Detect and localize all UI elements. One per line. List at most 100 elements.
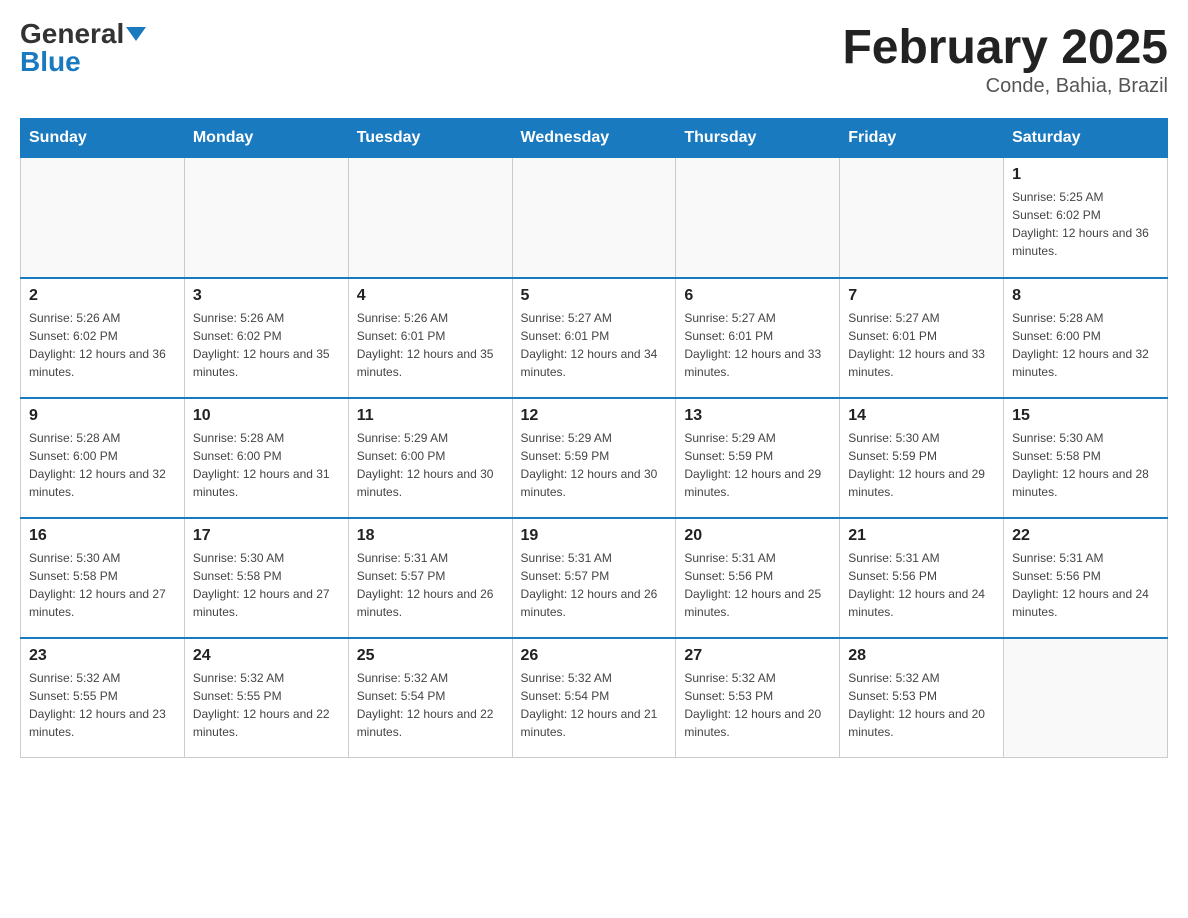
day-info: Sunrise: 5:31 AM Sunset: 5:56 PM Dayligh… (1012, 549, 1159, 621)
calendar-cell: 24 Sunrise: 5:32 AM Sunset: 5:55 PM Dayli… (184, 638, 348, 758)
day-number: 24 (193, 647, 340, 665)
day-header-saturday: Saturday (1004, 119, 1168, 158)
day-number: 8 (1012, 287, 1159, 305)
day-info: Sunrise: 5:26 AM Sunset: 6:02 PM Dayligh… (193, 309, 340, 381)
day-number: 18 (357, 527, 504, 545)
day-info: Sunrise: 5:28 AM Sunset: 6:00 PM Dayligh… (1012, 309, 1159, 381)
day-number: 9 (29, 407, 176, 425)
calendar-cell: 12 Sunrise: 5:29 AM Sunset: 5:59 PM Dayli… (512, 398, 676, 518)
calendar-cell (21, 158, 185, 278)
logo-triangle-icon (126, 27, 146, 41)
day-header-wednesday: Wednesday (512, 119, 676, 158)
day-number: 11 (357, 407, 504, 425)
day-info: Sunrise: 5:30 AM Sunset: 5:58 PM Dayligh… (29, 549, 176, 621)
week-row-1: 1Sunrise: 5:25 AM Sunset: 6:02 PM Daylig… (21, 158, 1168, 278)
day-info: Sunrise: 5:26 AM Sunset: 6:01 PM Dayligh… (357, 309, 504, 381)
calendar-cell (676, 158, 840, 278)
calendar-cell: 23 Sunrise: 5:32 AM Sunset: 5:55 PM Dayli… (21, 638, 185, 758)
calendar-table: SundayMondayTuesdayWednesdayThursdayFrid… (20, 118, 1168, 758)
calendar-cell (1004, 638, 1168, 758)
calendar-cell: 14Sunrise: 5:30 AM Sunset: 5:59 PM Dayli… (840, 398, 1004, 518)
calendar-cell (184, 158, 348, 278)
calendar-cell: 18 Sunrise: 5:31 AM Sunset: 5:57 PM Dayli… (348, 518, 512, 638)
calendar-cell: 20Sunrise: 5:31 AM Sunset: 5:56 PM Dayli… (676, 518, 840, 638)
day-info: Sunrise: 5:26 AM Sunset: 6:02 PM Dayligh… (29, 309, 176, 381)
day-info: Sunrise: 5:28 AM Sunset: 6:00 PM Dayligh… (193, 429, 340, 501)
calendar-cell: 4 Sunrise: 5:26 AM Sunset: 6:01 PM Daylig… (348, 278, 512, 398)
calendar-cell: 26 Sunrise: 5:32 AM Sunset: 5:54 PM Dayli… (512, 638, 676, 758)
calendar-cell: 13 Sunrise: 5:29 AM Sunset: 5:59 PM Dayli… (676, 398, 840, 518)
day-number: 2 (29, 287, 176, 305)
calendar-cell: 27 Sunrise: 5:32 AM Sunset: 5:53 PM Dayli… (676, 638, 840, 758)
day-number: 23 (29, 647, 176, 665)
calendar-cell: 11 Sunrise: 5:29 AM Sunset: 6:00 PM Dayli… (348, 398, 512, 518)
page-header: General Blue February 2025 Conde, Bahia,… (20, 20, 1168, 98)
day-info: Sunrise: 5:32 AM Sunset: 5:55 PM Dayligh… (29, 669, 176, 741)
day-info: Sunrise: 5:31 AM Sunset: 5:56 PM Dayligh… (684, 549, 831, 621)
day-header-sunday: Sunday (21, 119, 185, 158)
calendar-cell: 2 Sunrise: 5:26 AM Sunset: 6:02 PM Daylig… (21, 278, 185, 398)
day-header-monday: Monday (184, 119, 348, 158)
logo-general-text: General (20, 20, 124, 48)
calendar-cell: 3 Sunrise: 5:26 AM Sunset: 6:02 PM Daylig… (184, 278, 348, 398)
day-number: 26 (521, 647, 668, 665)
day-info: Sunrise: 5:29 AM Sunset: 5:59 PM Dayligh… (521, 429, 668, 501)
day-number: 16 (29, 527, 176, 545)
day-number: 12 (521, 407, 668, 425)
day-info: Sunrise: 5:29 AM Sunset: 5:59 PM Dayligh… (684, 429, 831, 501)
day-info: Sunrise: 5:32 AM Sunset: 5:54 PM Dayligh… (357, 669, 504, 741)
week-row-2: 2 Sunrise: 5:26 AM Sunset: 6:02 PM Daylig… (21, 278, 1168, 398)
calendar-cell: 17 Sunrise: 5:30 AM Sunset: 5:58 PM Dayli… (184, 518, 348, 638)
logo: General Blue (20, 20, 146, 76)
day-info: Sunrise: 5:29 AM Sunset: 6:00 PM Dayligh… (357, 429, 504, 501)
calendar-cell: 10 Sunrise: 5:28 AM Sunset: 6:00 PM Dayli… (184, 398, 348, 518)
calendar-cell: 19 Sunrise: 5:31 AM Sunset: 5:57 PM Dayli… (512, 518, 676, 638)
week-row-4: 16 Sunrise: 5:30 AM Sunset: 5:58 PM Dayli… (21, 518, 1168, 638)
day-number: 25 (357, 647, 504, 665)
day-header-tuesday: Tuesday (348, 119, 512, 158)
calendar-cell (840, 158, 1004, 278)
day-info: Sunrise: 5:27 AM Sunset: 6:01 PM Dayligh… (521, 309, 668, 381)
day-info: Sunrise: 5:28 AM Sunset: 6:00 PM Dayligh… (29, 429, 176, 501)
day-info: Sunrise: 5:32 AM Sunset: 5:54 PM Dayligh… (521, 669, 668, 741)
day-info: Sunrise: 5:31 AM Sunset: 5:57 PM Dayligh… (521, 549, 668, 621)
location: Conde, Bahia, Brazil (842, 75, 1168, 98)
day-info: Sunrise: 5:31 AM Sunset: 5:57 PM Dayligh… (357, 549, 504, 621)
day-number: 28 (848, 647, 995, 665)
day-number: 19 (521, 527, 668, 545)
day-number: 3 (193, 287, 340, 305)
day-header-friday: Friday (840, 119, 1004, 158)
calendar-cell: 9 Sunrise: 5:28 AM Sunset: 6:00 PM Daylig… (21, 398, 185, 518)
day-number: 7 (848, 287, 995, 305)
day-number: 1 (1012, 166, 1159, 184)
day-info: Sunrise: 5:31 AM Sunset: 5:56 PM Dayligh… (848, 549, 995, 621)
calendar-cell: 22Sunrise: 5:31 AM Sunset: 5:56 PM Dayli… (1004, 518, 1168, 638)
calendar-cell: 15Sunrise: 5:30 AM Sunset: 5:58 PM Dayli… (1004, 398, 1168, 518)
month-title: February 2025 (842, 20, 1168, 75)
day-number: 6 (684, 287, 831, 305)
calendar-cell: 6 Sunrise: 5:27 AM Sunset: 6:01 PM Daylig… (676, 278, 840, 398)
day-number: 13 (684, 407, 831, 425)
day-number: 27 (684, 647, 831, 665)
day-info: Sunrise: 5:30 AM Sunset: 5:58 PM Dayligh… (193, 549, 340, 621)
day-number: 10 (193, 407, 340, 425)
day-info: Sunrise: 5:32 AM Sunset: 5:53 PM Dayligh… (684, 669, 831, 741)
calendar-cell (348, 158, 512, 278)
calendar-cell: 7Sunrise: 5:27 AM Sunset: 6:01 PM Daylig… (840, 278, 1004, 398)
calendar-cell: 5Sunrise: 5:27 AM Sunset: 6:01 PM Daylig… (512, 278, 676, 398)
calendar-cell: 25 Sunrise: 5:32 AM Sunset: 5:54 PM Dayli… (348, 638, 512, 758)
day-info: Sunrise: 5:32 AM Sunset: 5:55 PM Dayligh… (193, 669, 340, 741)
calendar-cell: 16 Sunrise: 5:30 AM Sunset: 5:58 PM Dayli… (21, 518, 185, 638)
day-info: Sunrise: 5:30 AM Sunset: 5:59 PM Dayligh… (848, 429, 995, 501)
day-number: 4 (357, 287, 504, 305)
calendar-cell: 8 Sunrise: 5:28 AM Sunset: 6:00 PM Daylig… (1004, 278, 1168, 398)
day-number: 17 (193, 527, 340, 545)
day-info: Sunrise: 5:30 AM Sunset: 5:58 PM Dayligh… (1012, 429, 1159, 501)
day-number: 21 (848, 527, 995, 545)
calendar-cell (512, 158, 676, 278)
day-info: Sunrise: 5:27 AM Sunset: 6:01 PM Dayligh… (684, 309, 831, 381)
week-row-5: 23 Sunrise: 5:32 AM Sunset: 5:55 PM Dayli… (21, 638, 1168, 758)
day-info: Sunrise: 5:32 AM Sunset: 5:53 PM Dayligh… (848, 669, 995, 741)
calendar-cell: 28 Sunrise: 5:32 AM Sunset: 5:53 PM Dayli… (840, 638, 1004, 758)
logo-blue-text: Blue (20, 48, 146, 76)
